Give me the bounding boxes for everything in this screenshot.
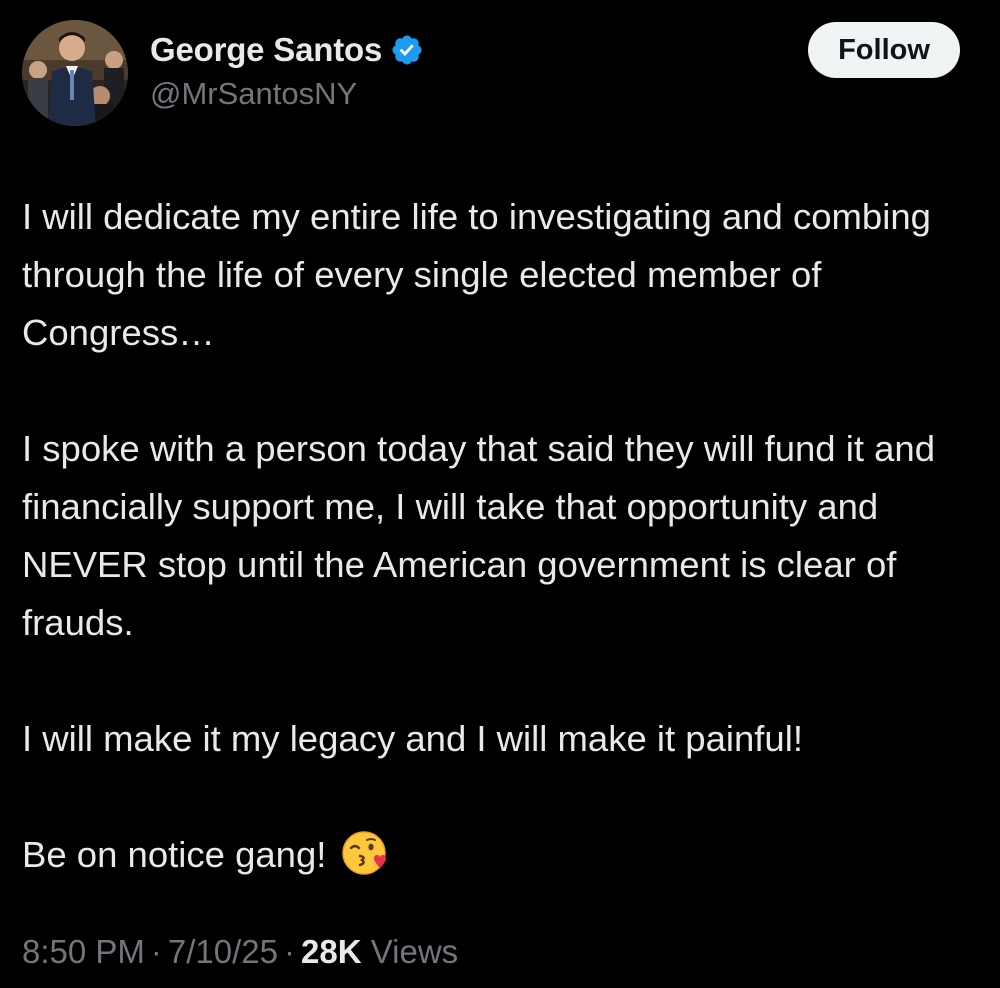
tweet-paragraph: I will make it my legacy and I will make… [22,718,803,759]
profile-avatar[interactable] [22,20,128,126]
author-name-row: George Santos [150,28,424,72]
views-count: 28K [301,933,362,970]
views-label: Views [370,933,459,970]
meta-separator: · [150,933,162,970]
face-blowing-a-kiss-icon [340,829,388,877]
tweet-text: I will dedicate my entire life to invest… [22,188,982,884]
tweet-meta: 8:50 PM · 7/10/25 · 28K Views [22,928,458,976]
tweet-paragraph-text: Be on notice gang! [22,834,327,875]
author-display-name[interactable]: George Santos [150,31,382,69]
tweet-paragraph-last: Be on notice gang! [22,826,982,884]
tweet-paragraph: I spoke with a person today that said th… [22,428,936,643]
author-handle[interactable]: @MrSantosNY [150,76,357,112]
tweet-card: George Santos @MrSantosNY Follow I will … [0,0,1000,988]
follow-button[interactable]: Follow [808,22,960,78]
meta-separator-2: · [284,933,296,970]
verified-badge-icon[interactable] [390,33,424,67]
tweet-date[interactable]: 7/10/25 [168,933,278,970]
tweet-paragraph: I will dedicate my entire life to invest… [22,196,931,353]
tweet-time[interactable]: 8:50 PM [22,933,145,970]
avatar-image [22,20,128,126]
